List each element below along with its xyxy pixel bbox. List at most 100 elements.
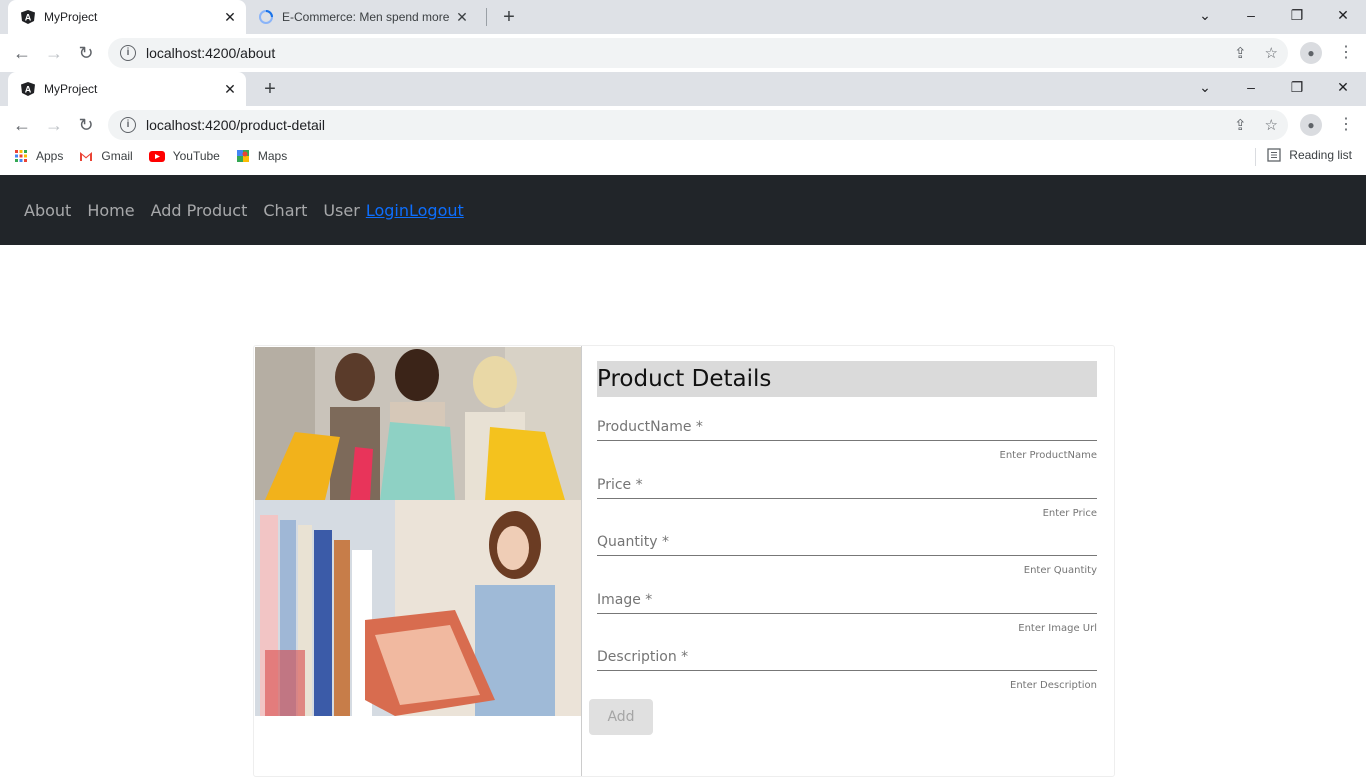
back-icon[interactable]: ← <box>10 42 34 64</box>
restore-icon[interactable]: ❐ <box>1274 72 1320 106</box>
back-icon[interactable]: ← <box>10 114 34 136</box>
site-info-icon[interactable]: i <box>120 117 136 133</box>
description-field[interactable]: Description * Enter Description <box>597 638 1097 696</box>
forward-icon[interactable]: → <box>42 42 66 64</box>
bookmark-apps[interactable]: Apps <box>14 149 63 163</box>
close-tab-icon[interactable]: ✕ <box>452 9 472 26</box>
bookmark-label: Gmail <box>101 149 133 163</box>
shopping-women-image <box>255 347 581 500</box>
loading-icon <box>259 10 273 24</box>
nav-add-product[interactable]: Add Product <box>151 201 248 220</box>
nav-chart[interactable]: Chart <box>263 201 307 220</box>
field-hint: Enter Price <box>1042 507 1097 519</box>
share-icon[interactable]: ⇪ <box>1234 44 1247 62</box>
nav-login[interactable]: Login <box>366 201 409 220</box>
bookmark-label: YouTube <box>172 149 220 163</box>
app-navbar: About Home Add Product Chart User Login … <box>0 175 1366 245</box>
close-tab-icon[interactable]: ✕ <box>220 81 240 98</box>
url-text: localhost:4200/about <box>146 45 276 61</box>
field-underline <box>597 497 1097 499</box>
browser-toolbar-back: ← → ↻ i localhost:4200/about ⇪ ☆ ● ⋮ <box>0 34 1366 72</box>
nav-logout[interactable]: Logout <box>409 201 464 220</box>
forward-icon[interactable]: → <box>42 114 66 136</box>
bookmark-youtube[interactable]: YouTube <box>148 149 220 163</box>
field-underline <box>597 670 1097 671</box>
apps-grid-icon <box>15 150 27 162</box>
field-hint: Enter Quantity <box>1023 565 1097 576</box>
site-info-icon[interactable]: i <box>120 45 136 61</box>
bookmarks-bar: Apps Gmail YouTube Maps Reading list <box>0 142 1366 170</box>
nav-user[interactable]: User <box>323 201 359 220</box>
tab-search-icon[interactable]: ⌄ <box>1182 72 1228 106</box>
field-hint: Enter Description <box>1010 680 1097 691</box>
tab-search-icon[interactable]: ⌄ <box>1182 0 1228 34</box>
add-button[interactable]: Add <box>589 699 653 735</box>
profile-avatar-icon[interactable]: ● <box>1300 114 1322 136</box>
menu-kebab-icon[interactable]: ⋮ <box>1338 42 1354 62</box>
minimize-icon[interactable]: – <box>1228 72 1274 106</box>
angular-icon: A <box>21 82 35 96</box>
bookmark-label: Apps <box>36 149 64 163</box>
reload-icon[interactable]: ↻ <box>74 42 98 64</box>
restore-icon[interactable]: ❐ <box>1274 0 1320 34</box>
address-bar[interactable]: i localhost:4200/product-detail ⇪ ☆ <box>108 110 1288 140</box>
product-details-form: Product Details ProductName * Enter Prod… <box>597 361 1097 696</box>
url-text: localhost:4200/product-detail <box>146 117 326 133</box>
window-controls: ⌄ – ❐ ✕ <box>1182 0 1366 34</box>
youtube-icon <box>148 151 165 162</box>
tab-title: MyProject <box>44 10 98 24</box>
angular-icon: A <box>21 10 35 24</box>
menu-kebab-icon[interactable]: ⋮ <box>1338 114 1354 134</box>
field-label: Image * <box>597 591 653 608</box>
field-label: Price * <box>597 476 643 493</box>
omnibox-actions: ⇪ ☆ <box>1234 44 1278 62</box>
bookmark-maps[interactable]: Maps <box>236 149 287 163</box>
reload-icon[interactable]: ↻ <box>74 114 98 136</box>
profile-avatar-icon[interactable]: ● <box>1300 42 1322 64</box>
new-tab-button[interactable]: + <box>497 5 521 29</box>
field-label: ProductName * <box>597 419 703 435</box>
productname-field[interactable]: ProductName * Enter ProductName <box>597 408 1097 466</box>
reading-list-icon <box>1267 148 1281 162</box>
svg-text:A: A <box>25 85 32 95</box>
gmail-icon <box>80 152 93 161</box>
window-controls: ⌄ – ❐ ✕ <box>1182 72 1366 106</box>
tab-separator <box>486 8 487 26</box>
svg-text:A: A <box>25 13 32 23</box>
bookmark-label: Maps <box>257 149 288 163</box>
woman-clothes-rack-image <box>255 500 581 716</box>
tab-title: MyProject <box>44 82 98 96</box>
bookmark-gmail[interactable]: Gmail <box>79 149 133 163</box>
field-label: Quantity * <box>597 534 669 550</box>
field-underline <box>597 440 1097 441</box>
omnibox-actions: ⇪ ☆ <box>1234 116 1278 134</box>
bookmark-star-icon[interactable]: ☆ <box>1265 44 1278 62</box>
browser-toolbar-front: ← → ↻ i localhost:4200/product-detail ⇪ … <box>0 106 1366 144</box>
field-hint: Enter Image Url <box>1018 622 1097 634</box>
reading-list-label: Reading list <box>1289 148 1352 162</box>
minimize-icon[interactable]: – <box>1228 0 1274 34</box>
close-window-icon[interactable]: ✕ <box>1320 72 1366 106</box>
share-icon[interactable]: ⇪ <box>1234 116 1247 134</box>
field-hint: Enter ProductName <box>999 450 1098 461</box>
tab-ecommerce[interactable]: E-Commerce: Men spend more th ✕ <box>250 0 484 34</box>
address-bar[interactable]: i localhost:4200/about ⇪ ☆ <box>108 38 1288 68</box>
quantity-field[interactable]: Quantity * Enter Quantity <box>597 523 1097 581</box>
new-tab-button[interactable]: + <box>258 77 282 101</box>
bookmark-star-icon[interactable]: ☆ <box>1265 116 1278 134</box>
field-label: Description * <box>597 649 689 665</box>
field-underline <box>597 555 1097 556</box>
field-underline <box>597 612 1097 614</box>
reading-list-button[interactable]: Reading list <box>1267 148 1352 162</box>
maps-icon <box>236 150 249 162</box>
image-field[interactable]: Image * Enter Image Url <box>597 581 1097 639</box>
tab-myproject-back[interactable]: A MyProject ✕ <box>8 0 246 34</box>
close-window-icon[interactable]: ✕ <box>1320 0 1366 34</box>
close-tab-icon[interactable]: ✕ <box>220 9 240 26</box>
bookmarks-separator <box>1255 148 1256 166</box>
tab-myproject-front[interactable]: A MyProject ✕ <box>8 72 246 106</box>
nav-about[interactable]: About <box>24 201 71 220</box>
nav-home[interactable]: Home <box>87 201 134 220</box>
form-title: Product Details <box>597 361 1097 397</box>
price-field[interactable]: Price * Enter Price <box>597 466 1097 524</box>
